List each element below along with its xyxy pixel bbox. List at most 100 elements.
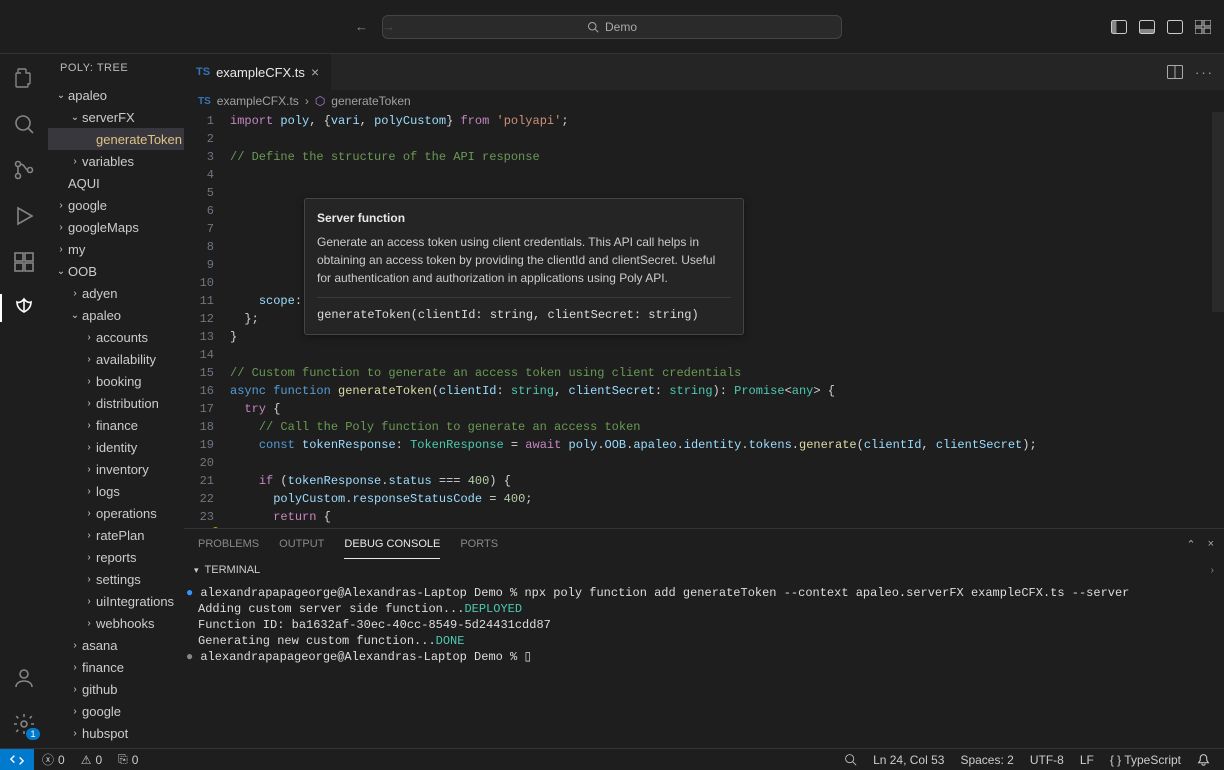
- chevron-right-icon: ›: [82, 398, 96, 409]
- terminal-header[interactable]: ▾ TERMINAL ›: [184, 559, 1224, 581]
- poly-icon[interactable]: [10, 294, 38, 322]
- nav-arrows: ← →: [355, 19, 395, 34]
- tree-item-settings[interactable]: ›settings: [48, 568, 184, 590]
- terminal-line: Generating new custom function...DONE: [198, 633, 1210, 649]
- tree-item-inventory[interactable]: ›inventory: [48, 458, 184, 480]
- chevron-down-icon: ⌄: [68, 310, 82, 321]
- tree-item-rateplan[interactable]: ›ratePlan: [48, 524, 184, 546]
- tree-item-my[interactable]: ›my: [48, 238, 184, 260]
- chevron-right-icon: ›: [82, 596, 96, 607]
- tree-item-label: adyen: [82, 286, 117, 301]
- account-icon[interactable]: [10, 664, 38, 692]
- editor-area: TS exampleCFX.ts × ··· TS exampleCFX.ts …: [184, 54, 1224, 748]
- lightbulb-icon[interactable]: 💡: [208, 526, 223, 528]
- tree-item-logs[interactable]: ›logs: [48, 480, 184, 502]
- nav-forward-icon[interactable]: →: [382, 19, 395, 34]
- more-actions-icon[interactable]: ···: [1195, 65, 1214, 80]
- chevron-right-icon: ›: [68, 156, 82, 167]
- notifications-icon[interactable]: [1189, 753, 1218, 766]
- tree-item-googlemaps[interactable]: ›googleMaps: [48, 216, 184, 238]
- tree-item-aqui[interactable]: AQUI: [48, 172, 184, 194]
- panel-maximize-icon[interactable]: ⌃: [1186, 538, 1195, 551]
- tree-item-apaleo[interactable]: ⌄apaleo: [48, 84, 184, 106]
- tree-item-google[interactable]: ›google: [48, 700, 184, 722]
- tree-item-label: distribution: [96, 396, 159, 411]
- tree-item-oob[interactable]: ⌄OOB: [48, 260, 184, 282]
- tree-item-variables[interactable]: ›variables: [48, 150, 184, 172]
- panel-tab-debug-console[interactable]: DEBUG CONSOLE: [344, 529, 440, 559]
- extensions-icon[interactable]: [10, 248, 38, 276]
- search-text: Demo: [605, 20, 637, 34]
- tree-item-uiintegrations[interactable]: ›uiIntegrations: [48, 590, 184, 612]
- breadcrumb-file: exampleCFX.ts: [217, 94, 299, 108]
- tree-item-distribution[interactable]: ›distribution: [48, 392, 184, 414]
- status-item[interactable]: LF: [1072, 753, 1102, 767]
- source-control-icon[interactable]: [10, 156, 38, 184]
- tree-item-label: accounts: [96, 330, 148, 345]
- chevron-right-icon: ›: [68, 288, 82, 299]
- tree-item-label: availability: [96, 352, 156, 367]
- tree-item-google[interactable]: ›google: [48, 194, 184, 216]
- chevron-right-icon: ›: [54, 244, 68, 255]
- panel-bottom-icon[interactable]: [1138, 18, 1156, 36]
- status-zoom[interactable]: [836, 753, 865, 766]
- status-warnings[interactable]: ⚠0: [73, 753, 110, 767]
- remote-indicator[interactable]: [0, 749, 34, 770]
- breadcrumb[interactable]: TS exampleCFX.ts › ⬡ generateToken: [184, 90, 1224, 112]
- layout-grid-icon[interactable]: [1194, 18, 1212, 36]
- tree-item-finance[interactable]: ›finance: [48, 656, 184, 678]
- chevron-right-icon: ›: [54, 222, 68, 233]
- tree-item-asana[interactable]: ›asana: [48, 634, 184, 656]
- chevron-right-icon[interactable]: ›: [1211, 565, 1214, 576]
- tab-examplecfx[interactable]: TS exampleCFX.ts ×: [184, 54, 332, 90]
- status-item[interactable]: UTF-8: [1022, 753, 1072, 767]
- tab-close-icon[interactable]: ×: [311, 64, 319, 80]
- status-item[interactable]: Ln 24, Col 53: [865, 753, 952, 767]
- tree-item-finance[interactable]: ›finance: [48, 414, 184, 436]
- panel-left-icon[interactable]: [1110, 18, 1128, 36]
- terminal[interactable]: ● alexandrapapageorge@Alexandras-Laptop …: [184, 581, 1224, 748]
- tree-item-generatetoken[interactable]: generateToken: [48, 128, 184, 150]
- panel-tab-output[interactable]: OUTPUT: [279, 529, 324, 559]
- split-editor-icon[interactable]: [1167, 65, 1183, 79]
- tree-item-adyen[interactable]: ›adyen: [48, 282, 184, 304]
- tree-item-label: reports: [96, 550, 136, 565]
- status-item[interactable]: Spaces: 2: [952, 753, 1021, 767]
- status-item[interactable]: { } TypeScript: [1102, 753, 1189, 767]
- tree-item-github[interactable]: ›github: [48, 678, 184, 700]
- tree-item-booking[interactable]: ›booking: [48, 370, 184, 392]
- panel-tab-ports[interactable]: PORTS: [460, 529, 498, 559]
- settings-icon[interactable]: 1: [10, 710, 38, 738]
- tree-item-label: OOB: [68, 264, 97, 279]
- minimap[interactable]: [1212, 112, 1224, 312]
- tree-item-hubspot[interactable]: ›hubspot: [48, 722, 184, 744]
- tree-item-accounts[interactable]: ›accounts: [48, 326, 184, 348]
- chevron-right-icon: ›: [82, 376, 96, 387]
- panel-tab-problems[interactable]: PROBLEMS: [198, 529, 259, 559]
- tree-item-label: identity: [96, 440, 137, 455]
- terminal-line: ● alexandrapapageorge@Alexandras-Laptop …: [198, 649, 1210, 665]
- tree-item-label: ratePlan: [96, 528, 144, 543]
- chevron-down-icon: ⌄: [54, 266, 68, 277]
- tree-item-webhooks[interactable]: ›webhooks: [48, 612, 184, 634]
- panel-right-icon[interactable]: [1166, 18, 1184, 36]
- tree-item-apaleo[interactable]: ⌄apaleo: [48, 304, 184, 326]
- error-icon: ⓧ: [42, 751, 54, 768]
- chevron-right-icon: ›: [68, 662, 82, 673]
- status-errors[interactable]: ⓧ0: [34, 751, 73, 768]
- tree-item-label: booking: [96, 374, 142, 389]
- tree-item-ohip[interactable]: ›ohip: [48, 744, 184, 748]
- explorer-icon[interactable]: [10, 64, 38, 92]
- tree-item-identity[interactable]: ›identity: [48, 436, 184, 458]
- run-debug-icon[interactable]: [10, 202, 38, 230]
- tree-item-operations[interactable]: ›operations: [48, 502, 184, 524]
- search-icon[interactable]: [10, 110, 38, 138]
- tree-item-reports[interactable]: ›reports: [48, 546, 184, 568]
- terminal-label: TERMINAL: [205, 564, 261, 576]
- status-ports[interactable]: ⎘0: [110, 752, 146, 767]
- tree-item-availability[interactable]: ›availability: [48, 348, 184, 370]
- command-center[interactable]: Demo: [382, 15, 842, 39]
- tree-item-serverfx[interactable]: ⌄serverFX: [48, 106, 184, 128]
- nav-back-icon[interactable]: ←: [355, 19, 368, 34]
- panel-close-icon[interactable]: ×: [1208, 538, 1214, 551]
